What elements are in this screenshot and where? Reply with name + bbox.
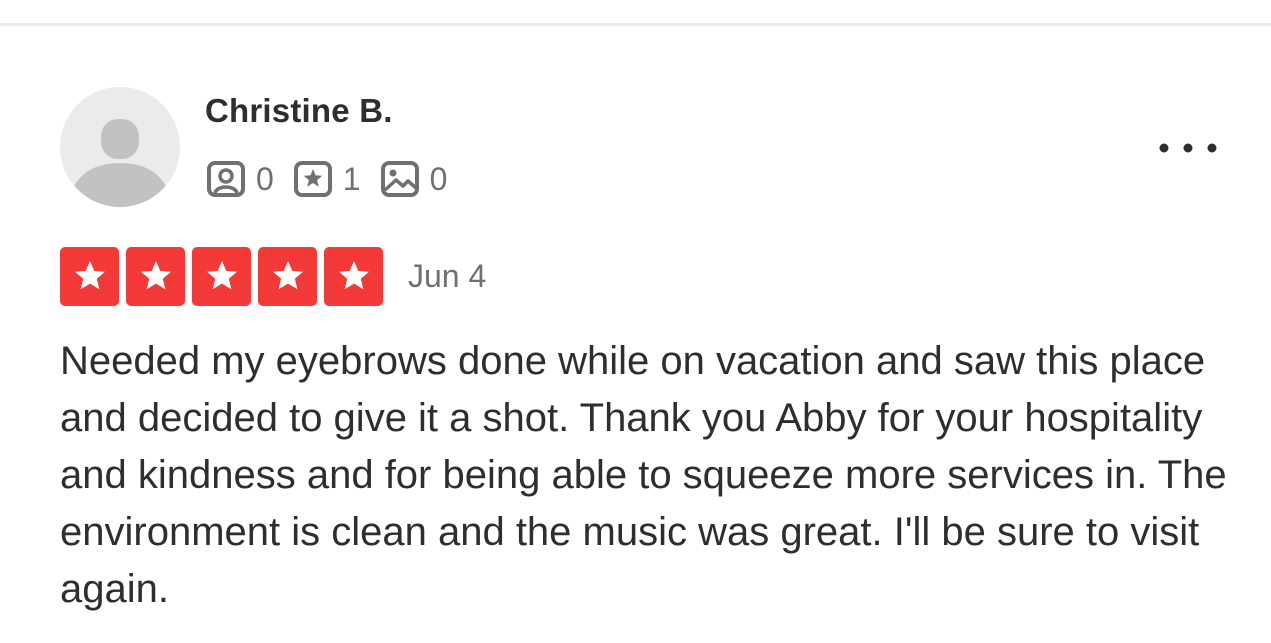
star-3 [192, 246, 251, 306]
star-icon [140, 261, 171, 290]
rating-row: Jun 4 [60, 246, 486, 306]
top-divider [0, 23, 1271, 26]
star-icon [272, 261, 303, 290]
star-2 [126, 246, 185, 306]
star-icon [338, 261, 369, 290]
star-5 [324, 246, 383, 306]
avatar[interactable] [60, 87, 180, 207]
friends-count: 0 [256, 161, 274, 197]
photos-count: 0 [429, 161, 448, 197]
friends-icon [207, 161, 245, 197]
more-options-icon [1159, 143, 1217, 153]
user-stats: 0 1 0 [205, 160, 465, 198]
star-4 [258, 246, 317, 306]
default-user-avatar-icon [60, 87, 180, 207]
star-icon [74, 261, 105, 290]
friends-stat: 0 [205, 160, 274, 198]
review-date: Jun 4 [408, 258, 487, 294]
star-icon [206, 261, 237, 290]
star-rating [60, 246, 383, 306]
reviews-stat: 1 [292, 160, 361, 198]
reviews-count: 1 [342, 161, 361, 197]
review-star-icon [293, 161, 332, 197]
review-text: Needed my eyebrows done while on vacatio… [60, 339, 1227, 611]
user-name[interactable]: Christine B. [205, 92, 393, 130]
star-1 [60, 246, 119, 306]
review-card: Christine B. 0 1 0 Jun 4 Needed my eyebr… [0, 0, 1271, 643]
photos-stat: 0 [379, 160, 448, 198]
more-options-button[interactable] [1150, 128, 1226, 168]
photo-icon [380, 161, 419, 197]
